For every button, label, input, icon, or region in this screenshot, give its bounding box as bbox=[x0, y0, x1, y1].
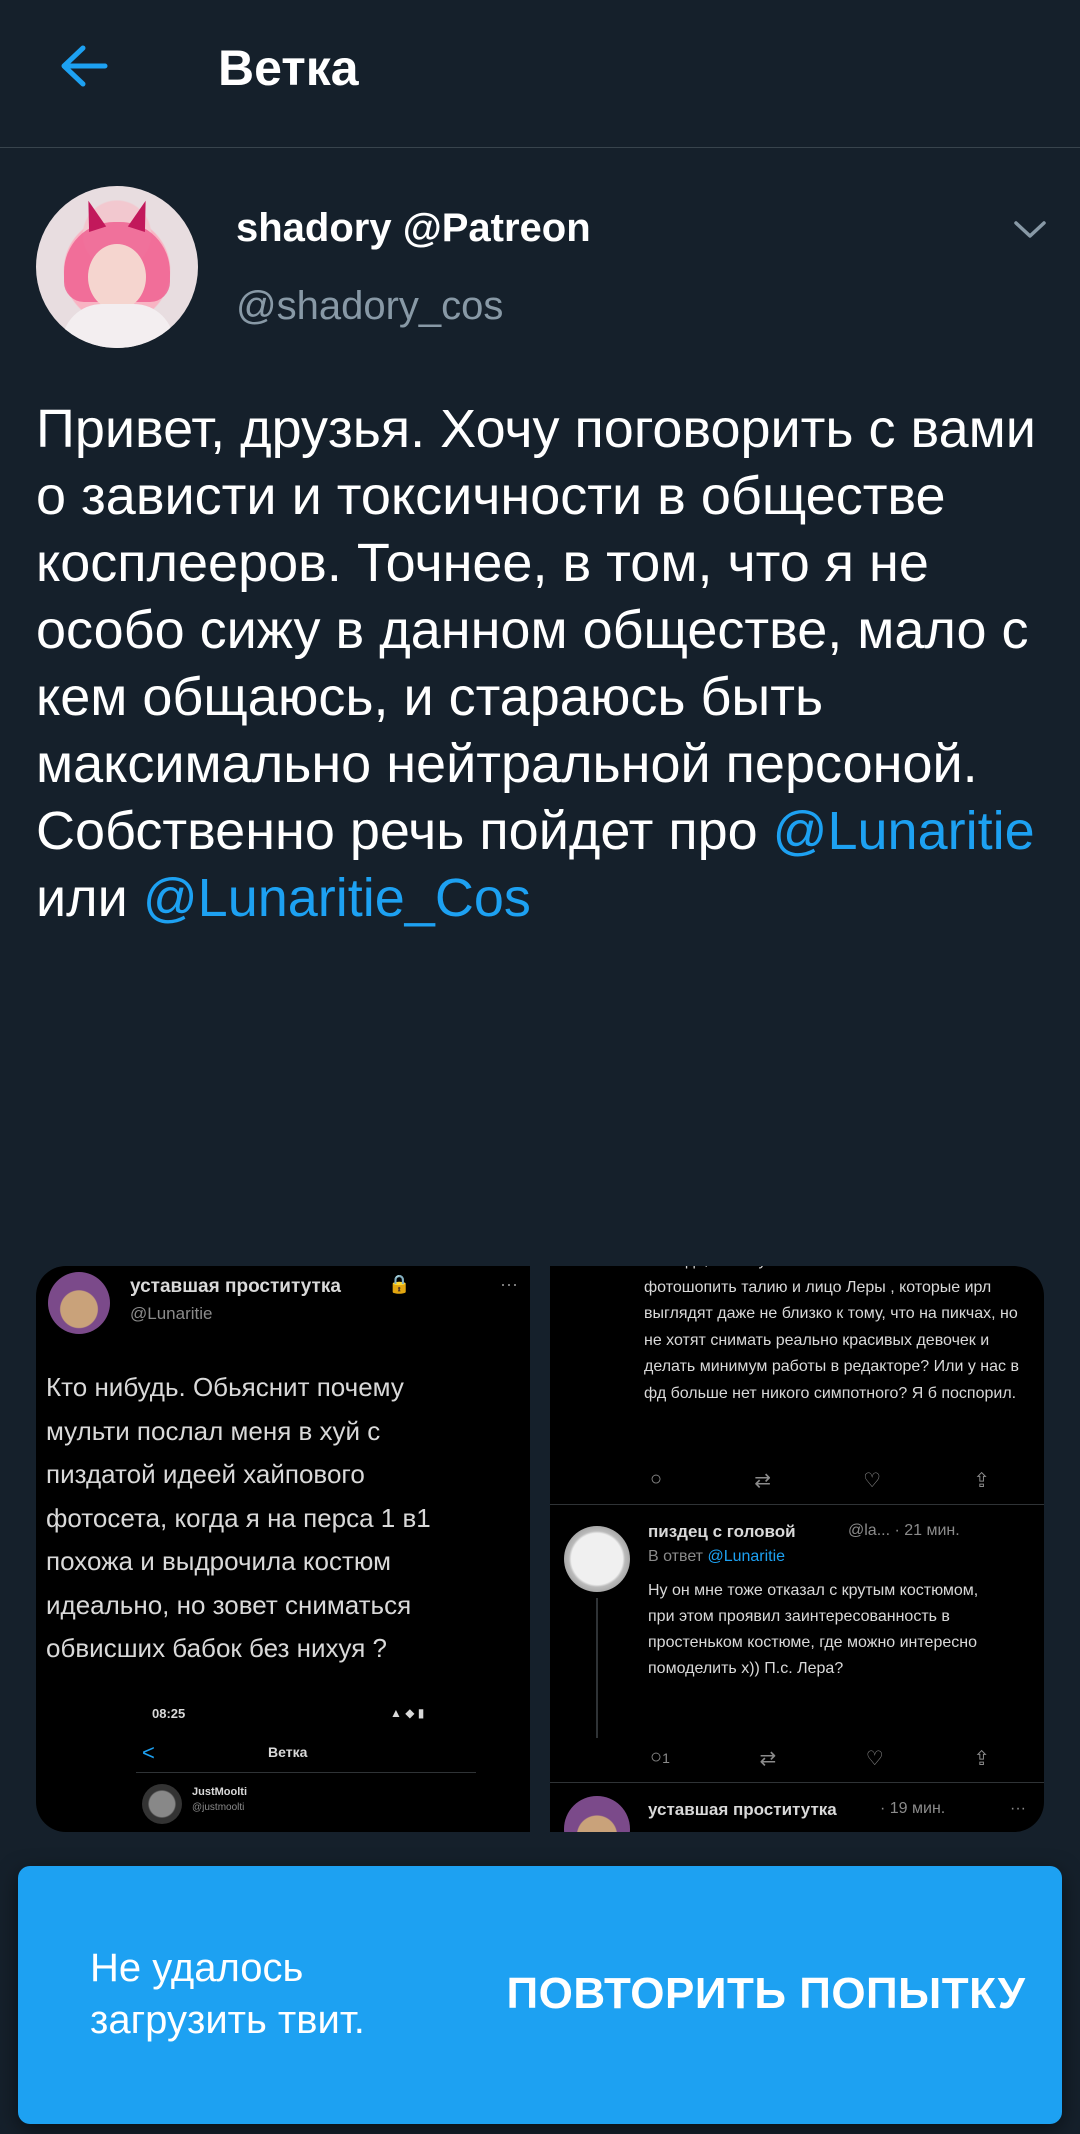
tweet-image-2[interactable]: Господи, почему всем хочется в 10 слоев … bbox=[550, 1266, 1044, 1832]
screenshot-inner-name: JustMoolti bbox=[192, 1786, 247, 1798]
page-title: Ветка bbox=[218, 40, 359, 96]
like-icon: ♡ bbox=[865, 1748, 884, 1770]
username[interactable]: @shadory_cos bbox=[236, 282, 503, 330]
tweet-text: Привет, друзья. Хочу поговорить с вами о… bbox=[36, 396, 1046, 932]
reply-to-prefix: В ответ bbox=[648, 1548, 708, 1565]
screenshot-reply-text: Ну он мне тоже отказал с крутым костюмом… bbox=[648, 1582, 979, 1677]
back-button[interactable] bbox=[56, 38, 112, 94]
mini-avatar bbox=[142, 1784, 182, 1824]
screenshot-reply-to: В ответ @Lunaritie bbox=[648, 1548, 785, 1566]
retry-button[interactable]: ПОВТОРИТЬ ПОПЫТКУ bbox=[496, 1962, 1036, 2026]
screenshot-name: уставшая проститутка bbox=[130, 1276, 341, 1297]
mention-link[interactable]: @Lunaritie_Cos bbox=[143, 868, 531, 928]
toast-message: Не удалось загрузить твит. bbox=[90, 1946, 365, 2042]
screenshot-handle: @Lunaritie bbox=[130, 1304, 213, 1323]
tweet-text-part: Привет, друзья. Хочу поговорить с вами о… bbox=[36, 399, 1036, 861]
tweet-image-1[interactable]: уставшая проститутка 🔒 ··· @Lunaritie Кт… bbox=[36, 1266, 530, 1832]
screenshot-bottom-name: уставшая проститутка bbox=[648, 1800, 837, 1819]
screenshot-more: ··· bbox=[500, 1274, 518, 1294]
retweet-icon: ⇄ bbox=[754, 1470, 771, 1492]
tweet-menu-button[interactable] bbox=[1008, 212, 1052, 248]
tweet-text-part: или bbox=[36, 868, 143, 928]
screenshot-text: Кто нибудь. Обьяснит почему мульти посла… bbox=[46, 1372, 431, 1663]
share-icon: ⇪ bbox=[973, 1748, 990, 1770]
mini-avatar bbox=[48, 1272, 110, 1334]
lock-icon: 🔒 bbox=[388, 1274, 411, 1294]
reply-count: 1 bbox=[662, 1750, 670, 1766]
avatar[interactable] bbox=[36, 186, 198, 348]
error-toast: Не удалось загрузить твит. ПОВТОРИТЬ ПОП… bbox=[18, 1866, 1062, 2124]
screenshot-status-icons: ▲ ◆ ▮ bbox=[390, 1706, 425, 1720]
display-name[interactable]: shadory @Patreon bbox=[236, 204, 591, 252]
screenshot-text: Господи, почему всем хочется в 10 слоев … bbox=[644, 1266, 1019, 1402]
like-icon: ♡ bbox=[863, 1470, 882, 1492]
top-bar: Ветка bbox=[0, 0, 1080, 148]
screenshot-inner-handle: @justmoolti bbox=[192, 1802, 245, 1813]
screenshot-status-time: 08:25 bbox=[152, 1706, 186, 1721]
screenshot-actions: ○1 ⇄ ♡ ⇪ bbox=[650, 1746, 990, 1771]
reply-icon: ○1 bbox=[650, 1746, 670, 1768]
screenshot-bottom-meta: · 19 мин. bbox=[880, 1800, 946, 1817]
mini-avatar bbox=[564, 1526, 630, 1592]
screenshot-actions: ○ ⇄ ♡ ⇪ bbox=[650, 1468, 990, 1493]
screenshot-more: ··· bbox=[1010, 1800, 1026, 1817]
mention-link[interactable]: @Lunaritie bbox=[773, 801, 1035, 861]
share-icon: ⇪ bbox=[973, 1470, 990, 1492]
screenshot-reply-name: пиздец с головой bbox=[648, 1522, 796, 1541]
reply-to-handle: @Lunaritie bbox=[707, 1548, 786, 1565]
screenshot-back: < bbox=[142, 1740, 155, 1765]
chevron-down-icon bbox=[1014, 221, 1046, 238]
mini-avatar bbox=[564, 1796, 630, 1832]
reply-icon: ○ bbox=[650, 1468, 663, 1490]
screenshot-reply-meta: @la... · 21 мин. bbox=[848, 1522, 960, 1539]
retweet-icon: ⇄ bbox=[759, 1748, 777, 1770]
arrow-left-icon bbox=[61, 45, 108, 87]
screenshot-inner-title: Ветка bbox=[268, 1744, 308, 1760]
